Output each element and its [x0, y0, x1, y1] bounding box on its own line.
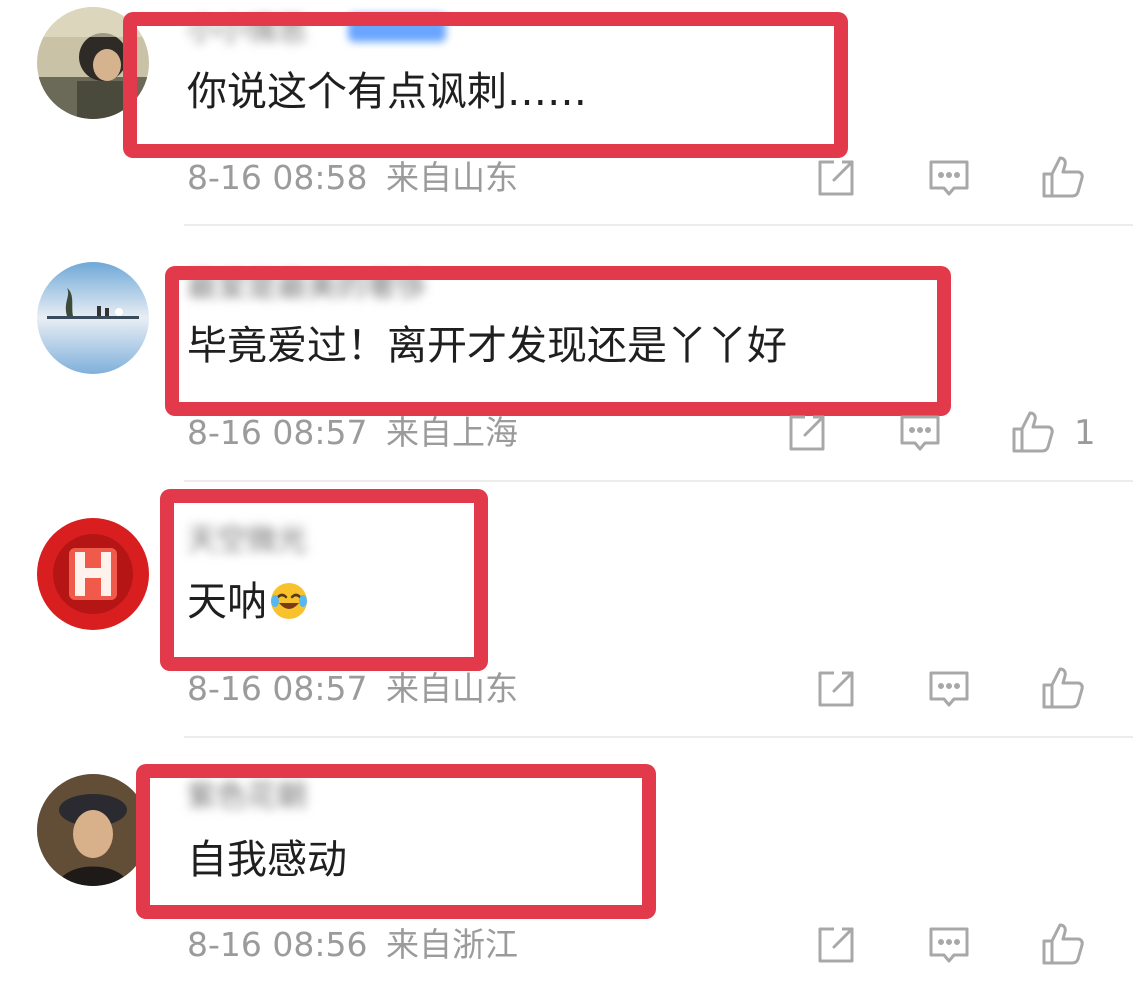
like-icon[interactable]	[1040, 921, 1084, 965]
comment-time: 8-16 08:56	[187, 925, 368, 964]
reply-icon[interactable]	[927, 923, 971, 967]
avatar[interactable]	[37, 774, 149, 886]
repost-icon[interactable]	[814, 923, 858, 967]
highlight-box	[136, 764, 656, 919]
comment-item: 紫色花朝 自我感动 8-16 08:56 来自浙江	[0, 0, 1133, 989]
comment-location: 来自浙江	[386, 925, 518, 964]
